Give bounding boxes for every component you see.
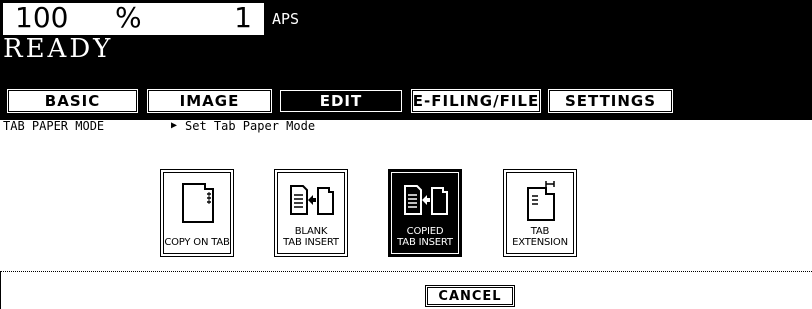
tab-basic[interactable]: BASIC: [6, 88, 139, 114]
copied-tab-insert-label: COPIED TAB INSERT: [389, 226, 461, 248]
label-line-2: TAB INSERT: [283, 237, 339, 248]
copy-count: 1: [234, 1, 252, 34]
panel-edge: [0, 271, 1, 309]
tab-e-filing-file[interactable]: E-FILING/FILE: [410, 88, 542, 114]
copy-on-tab-icon: [182, 183, 214, 223]
counter-display: 100 % 1: [3, 1, 264, 35]
blank-tab-insert-icon: [290, 185, 334, 215]
zoom-value: 100: [15, 1, 69, 34]
label-line-1: COPIED: [406, 226, 444, 237]
copy-on-tab-button[interactable]: COPY ON TAB: [160, 169, 234, 257]
label-line-2: EXTENSION: [512, 237, 568, 248]
divider: [0, 271, 812, 272]
tab-extension-icon: [527, 181, 555, 221]
blank-tab-insert-label: BLANK TAB INSERT: [275, 226, 347, 248]
label-line-2: TAB INSERT: [397, 237, 453, 248]
tab-bar: BASIC IMAGE EDIT E-FILING/FILE SETTINGS: [0, 82, 812, 120]
status-message: READY: [3, 34, 114, 64]
tab-edit[interactable]: EDIT: [278, 88, 404, 114]
tab-settings[interactable]: SETTINGS: [547, 88, 674, 114]
zoom-unit: %: [115, 1, 142, 34]
cancel-button[interactable]: CANCEL: [425, 285, 515, 307]
copied-tab-insert-icon: [404, 185, 448, 215]
paper-mode: APS: [272, 10, 300, 28]
label-line-1: TAB: [530, 226, 550, 237]
breadcrumb-action: Set Tab Paper Mode: [185, 119, 316, 133]
copy-on-tab-label: COPY ON TAB: [164, 237, 230, 248]
tab-extension-button[interactable]: TAB EXTENSION: [503, 169, 577, 257]
label-line-1: BLANK: [294, 226, 328, 237]
blank-tab-insert-button[interactable]: BLANK TAB INSERT: [274, 169, 348, 257]
copied-tab-insert-button[interactable]: COPIED TAB INSERT: [388, 169, 462, 257]
tab-extension-label: TAB EXTENSION: [504, 226, 576, 248]
status-panel: 100 % 1 APS READY: [0, 0, 812, 82]
breadcrumb-mode: TAB PAPER MODE: [3, 119, 105, 133]
triangle-right-icon: ▶: [171, 120, 178, 131]
tab-image[interactable]: IMAGE: [146, 88, 273, 114]
